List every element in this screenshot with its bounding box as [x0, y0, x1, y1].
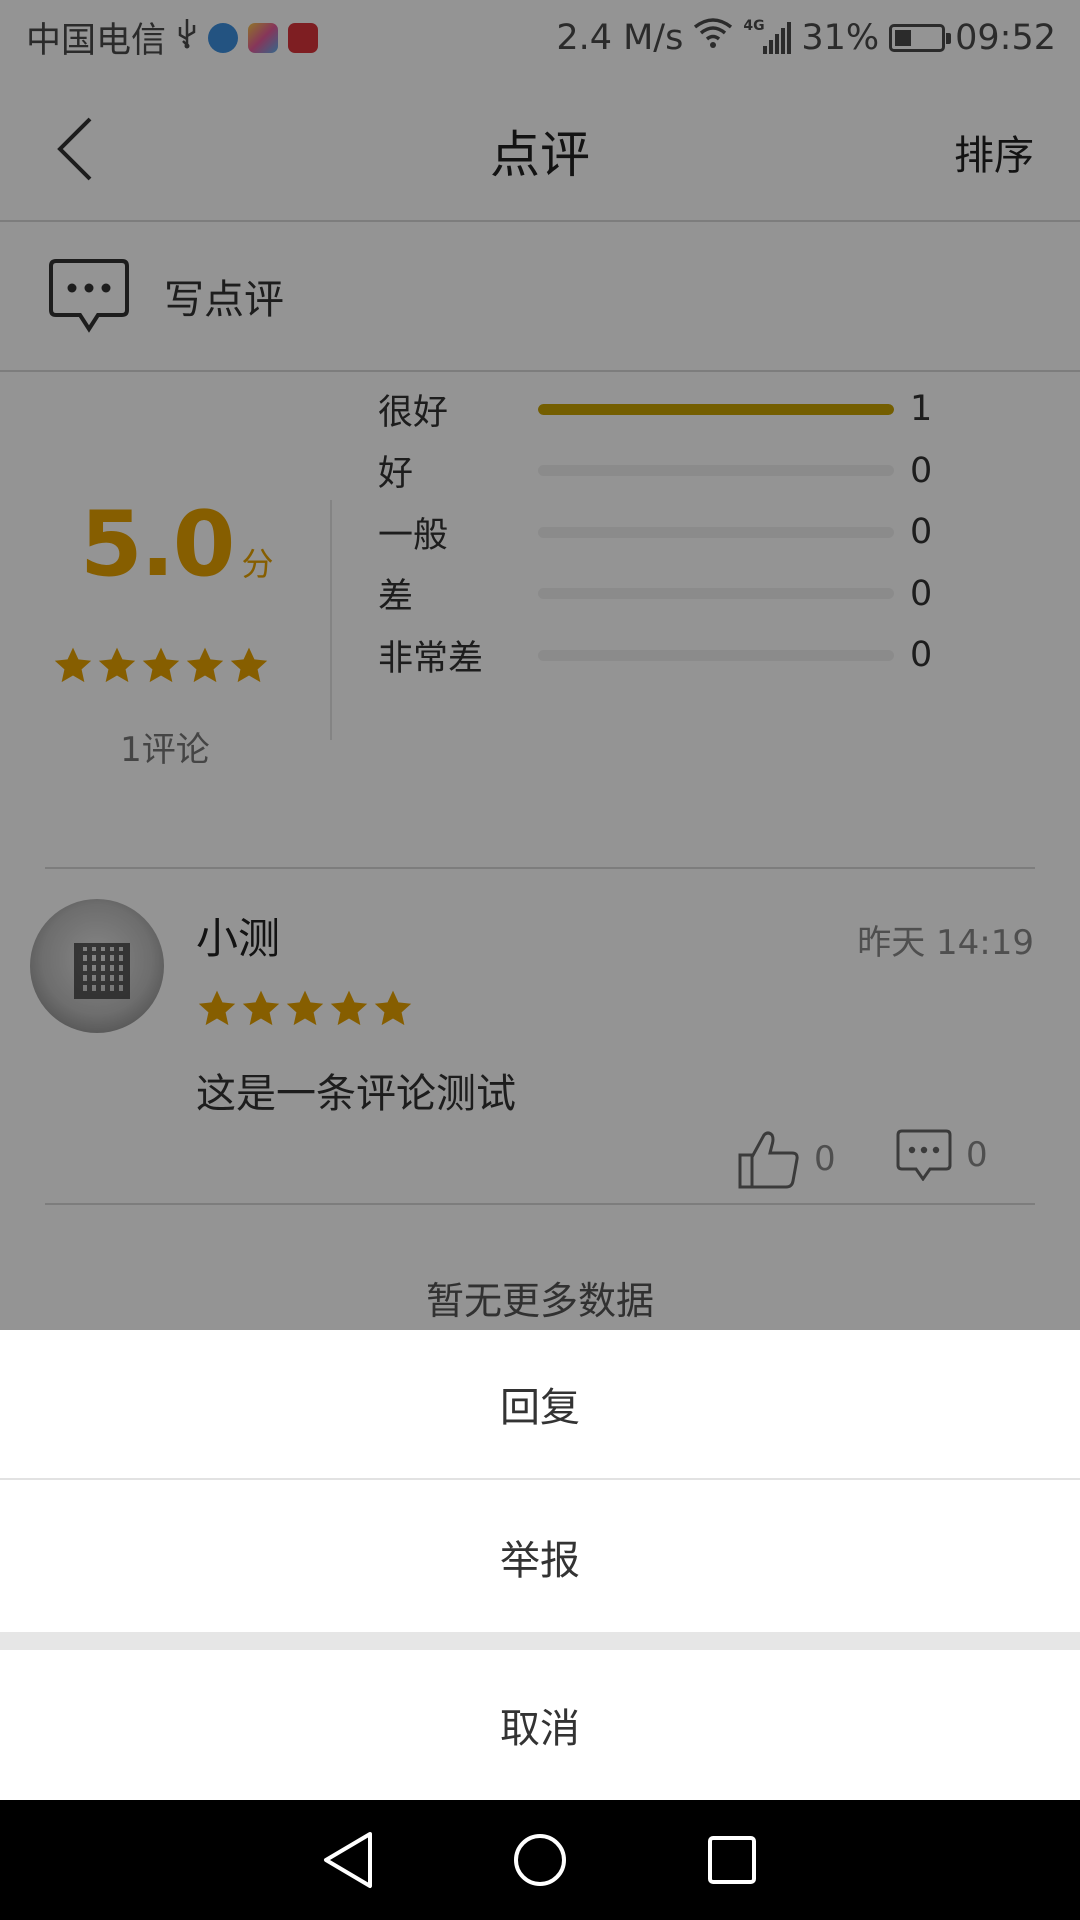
- system-recents-button[interactable]: [696, 1824, 768, 1896]
- reply-button[interactable]: 回复: [0, 1330, 1080, 1480]
- system-navigation-bar: [0, 1800, 1080, 1920]
- report-button[interactable]: 举报: [0, 1482, 1080, 1632]
- action-sheet: 回复 举报 取消: [0, 1330, 1080, 1800]
- system-back-button[interactable]: [312, 1824, 384, 1896]
- action-sheet-separator: [0, 1632, 1080, 1650]
- modal-overlay[interactable]: [0, 0, 1080, 1330]
- circle-home-icon: [514, 1834, 566, 1886]
- triangle-back-icon: [324, 1832, 372, 1888]
- cancel-button[interactable]: 取消: [0, 1650, 1080, 1800]
- square-recents-icon: [708, 1836, 756, 1884]
- system-home-button[interactable]: [504, 1824, 576, 1896]
